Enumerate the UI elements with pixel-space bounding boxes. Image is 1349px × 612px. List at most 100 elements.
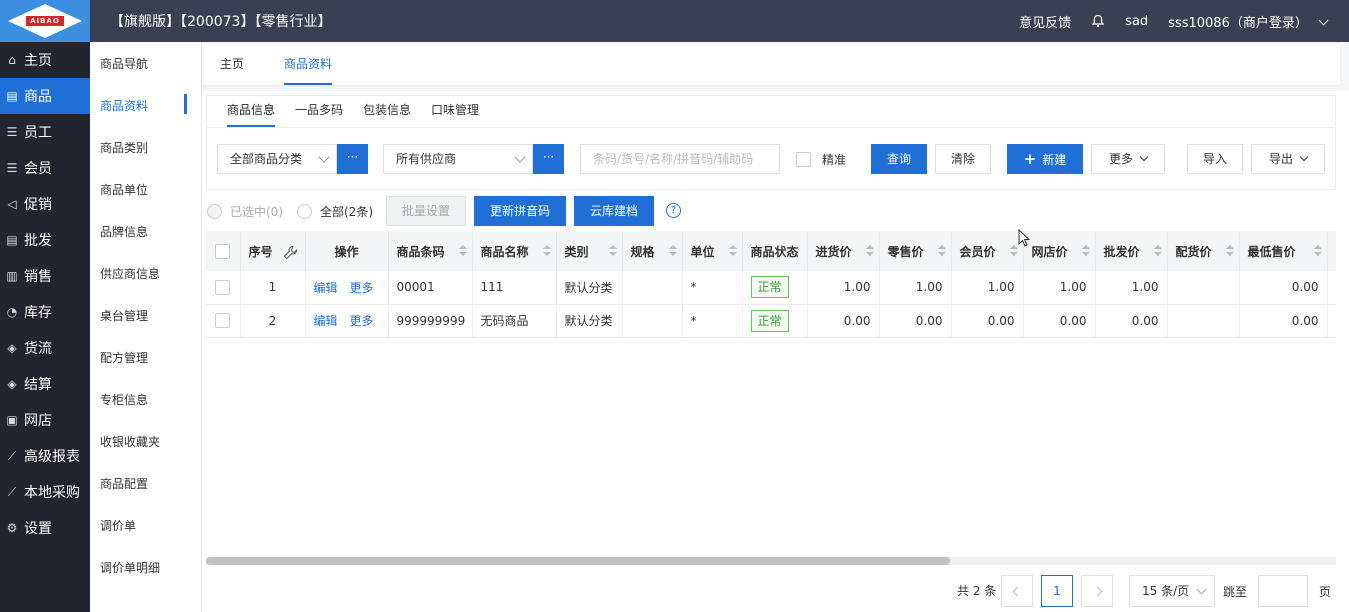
supplier-picker-button[interactable]: ··· [533,144,564,174]
col-member[interactable]: 会员价 [951,231,1024,271]
edit-link[interactable]: 编辑 [314,314,338,328]
nav-item-0[interactable]: ⌂ 主页 [0,42,90,78]
tab-home[interactable]: 主页 [220,44,244,85]
nav-item-10[interactable]: ▣ 网店 [0,402,90,438]
cloud-archive-button[interactable]: 云库建档 [574,196,654,226]
category-picker-button[interactable]: ··· [337,144,368,174]
all-radio[interactable] [297,204,312,219]
edit-link[interactable]: 编辑 [314,281,338,295]
bell-icon[interactable] [1091,14,1105,28]
sort-icon[interactable] [1153,245,1162,257]
scrollbar-thumb[interactable] [206,557,950,565]
horizontal-scrollbar[interactable] [206,557,1336,565]
nav-item-13[interactable]: ⚙ 设置 [0,510,90,546]
nav-item-12[interactable]: ⟋ 本地采购 [0,474,90,510]
nav-item-4[interactable]: ◁ 促销 [0,186,90,222]
row-checkbox[interactable] [215,313,231,328]
wrench-icon[interactable] [283,245,298,260]
nav-item-8[interactable]: ◈ 货流 [0,330,90,366]
sub-nav-item-3[interactable]: 商品单位 [90,168,201,210]
page-size-select[interactable]: 15 条/页 [1129,575,1215,607]
sub-nav-item-10[interactable]: 商品配置 [90,462,201,504]
page-1-button[interactable]: 1 [1041,575,1073,607]
sub-nav-item-5[interactable]: 供应商信息 [90,252,201,294]
table-row[interactable]: 1 编辑 更多 00001 111 默认分类 * 正常 1.00 1.00 1.00 1.00 1.00… [206,271,1336,305]
update-pinyin-button[interactable]: 更新拼音码 [474,196,566,226]
col-name[interactable]: 商品名称 [472,231,557,271]
cell-category: 默认分类 [556,304,623,338]
export-button[interactable]: 导出 [1251,144,1325,174]
col-unit[interactable]: 单位 [682,231,743,271]
query-button[interactable]: 查询 [871,144,927,174]
cell-retail: 0.00 [879,304,952,338]
nav-item-1[interactable]: ▤ 商品 [0,78,90,114]
tab-goods-info-detail[interactable]: 商品信息 [227,96,276,127]
nav-item-7[interactable]: ◔ 库存 [0,294,90,330]
prev-page-button[interactable] [1001,575,1033,607]
sort-icon[interactable] [542,245,551,257]
select-all-checkbox[interactable] [215,243,231,259]
nav-item-3[interactable]: ☰ 会员 [0,150,90,186]
sort-icon[interactable] [608,245,617,257]
sub-nav-item-6[interactable]: 桌台管理 [90,294,201,336]
sub-nav-item-0[interactable]: 商品导航 [90,42,201,84]
import-button[interactable]: 导入 [1187,144,1243,174]
feedback-link[interactable]: 意见反馈 [1019,12,1071,31]
sort-icon[interactable] [668,245,677,257]
sort-icon[interactable] [937,245,946,257]
col-wholesale[interactable]: 批发价 [1095,231,1168,271]
sort-icon[interactable] [1081,245,1090,257]
row-checkbox[interactable] [215,279,231,295]
sub-nav-item-1[interactable]: 商品资料 [90,84,201,126]
col-min-price[interactable]: 最低售价 [1239,231,1328,271]
sub-nav-item-7[interactable]: 配方管理 [90,336,201,378]
sub-nav-item-2[interactable]: 商品类别 [90,126,201,168]
col-spec[interactable]: 规格 [622,231,683,271]
sort-icon[interactable] [728,245,737,257]
sub-nav-item-4[interactable]: 品牌信息 [90,210,201,252]
new-button[interactable]: + 新建 [1007,144,1083,174]
more-link[interactable]: 更多 [350,314,374,328]
col-online[interactable]: 网店价 [1023,231,1096,271]
exact-checkbox[interactable] [796,152,811,167]
nav-item-9[interactable]: ◈ 结算 [0,366,90,402]
account-menu[interactable]: sss10086（商户登录） [1168,12,1329,31]
batch-setting-button[interactable]: 批量设置 [386,196,466,226]
sub-nav-item-9[interactable]: 收银收藏夹 [90,420,201,462]
exact-label: 精准 [822,153,847,167]
sub-nav-item-8[interactable]: 专柜信息 [90,378,201,420]
nav-item-2[interactable]: ☰ 员工 [0,114,90,150]
tab-multi-code[interactable]: 一品多码 [295,96,343,127]
clear-button[interactable]: 清除 [935,144,991,174]
tab-goods-info[interactable]: 商品资料 [284,44,333,85]
sort-icon[interactable] [1313,245,1322,257]
table-row[interactable]: 2 编辑 更多 999999999 无码商品 默认分类 * 正常 0.00 0.00 0.00 0.0… [206,304,1336,338]
nav-item-11[interactable]: ⟋ 高级报表 [0,438,90,474]
supplier-select[interactable]: 所有供应商 [383,144,533,174]
sub-nav-item-12[interactable]: 调价单明细 [90,546,201,588]
next-page-button[interactable] [1081,575,1113,607]
logo[interactable]: AIBAO [0,0,90,42]
user-name[interactable]: sad [1125,14,1148,29]
sort-icon[interactable] [1009,245,1018,257]
col-cost[interactable]: 进货价 [807,231,880,271]
jump-page-input[interactable] [1258,575,1308,607]
col-category[interactable]: 类别 [556,231,623,271]
nav-item-6[interactable]: ▥ 销售 [0,258,90,294]
tab-flavor-management[interactable]: 口味管理 [431,96,479,127]
sort-icon[interactable] [865,245,874,257]
search-input[interactable]: 条码/货号/名称/拼音码/辅助码 [580,144,780,174]
col-barcode[interactable]: 商品条码 [388,231,473,271]
tab-package-info[interactable]: 包装信息 [363,96,411,127]
selected-radio[interactable] [207,204,222,219]
more-button[interactable]: 更多 [1091,144,1165,174]
more-link[interactable]: 更多 [350,281,374,295]
category-select[interactable]: 全部商品分类 [217,144,337,174]
col-retail[interactable]: 零售价 [879,231,952,271]
sort-icon[interactable] [458,245,467,257]
sort-icon[interactable] [1225,245,1234,257]
nav-item-5[interactable]: ▤ 批发 [0,222,90,258]
col-distribution[interactable]: 配货价 [1167,231,1240,271]
sub-nav-item-11[interactable]: 调价单 [90,504,201,546]
help-icon[interactable]: ? [666,203,681,218]
